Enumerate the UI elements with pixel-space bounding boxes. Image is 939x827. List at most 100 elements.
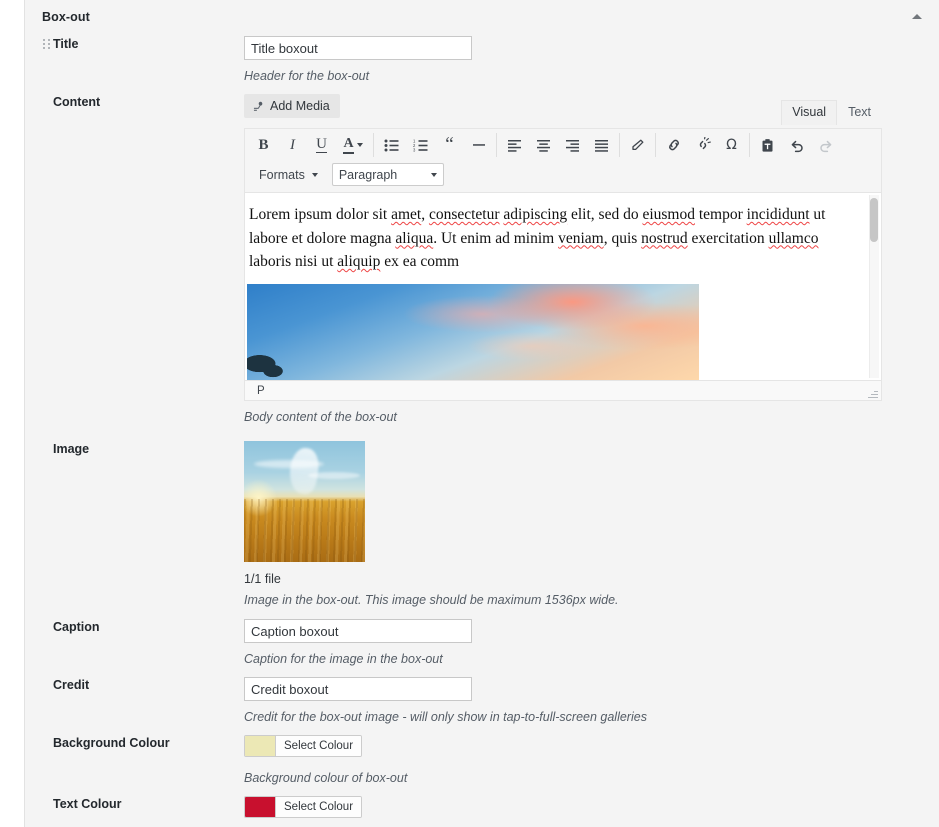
editor-content-area[interactable]: Lorem ipsum dolor sit amet, consectetur … — [245, 193, 881, 380]
box-out-metabox: Box-out Title Header for the box-out Con… — [24, 0, 939, 827]
credit-input[interactable] — [244, 677, 472, 701]
field-row-content: Content Add Media Visual Text B I U A 1 … — [25, 94, 939, 427]
toolbar-divider — [655, 133, 656, 157]
caption-input[interactable] — [244, 619, 472, 643]
editor-media-bar: Add Media Visual Text — [244, 94, 882, 125]
background-colour-picker[interactable]: Select Colour — [244, 735, 363, 757]
field-body-caption: Caption for the image in the box-out — [244, 619, 939, 669]
editor-scrollbar[interactable] — [869, 195, 879, 378]
field-row-text-colour: Text Colour Select Colour — [25, 796, 939, 822]
field-description-title: Header for the box-out — [244, 69, 370, 83]
editor-box: B I U A 1 2 3 “ Ω Formats Paragraph Lore… — [244, 128, 882, 401]
text-colour-swatch — [245, 797, 275, 817]
field-body-content: Add Media Visual Text B I U A 1 2 3 “ Ω … — [244, 94, 939, 427]
numbered-list-icon[interactable]: 1 2 3 — [406, 132, 435, 158]
wheat-field-sunset-thumbnail[interactable] — [244, 441, 365, 562]
redo-icon — [811, 132, 840, 158]
field-body-credit: Credit for the box-out image - will only… — [244, 677, 939, 727]
bold-icon[interactable]: B — [249, 132, 278, 158]
collapse-panel-button[interactable] — [905, 6, 929, 26]
editor-toolbar: B I U A 1 2 3 “ Ω Formats Paragraph — [245, 129, 881, 193]
sunset-sky-image[interactable] — [247, 283, 699, 380]
cloud-plume — [286, 446, 322, 496]
field-row-background-colour: Background Colour Select Colour Backgrou… — [25, 735, 939, 788]
editor-toolbar-row-1: B I U A 1 2 3 “ Ω — [245, 129, 881, 161]
field-body-image: 1/1 file Image in the box-out. This imag… — [244, 441, 939, 610]
block-format-value: Paragraph — [338, 167, 398, 182]
field-description-background-colour: Background colour of box-out — [244, 771, 408, 785]
media-icon — [253, 101, 263, 111]
editor-scrollbar-thumb[interactable] — [870, 198, 878, 242]
editor-element-path[interactable]: P — [257, 385, 265, 397]
align-left-icon[interactable] — [500, 132, 529, 158]
field-label-credit: Credit — [53, 678, 90, 692]
field-label-text-colour: Text Colour — [53, 797, 122, 811]
special-character-icon[interactable]: Ω — [717, 132, 746, 158]
field-body-title: Header for the box-out — [244, 36, 939, 86]
text-colour-picker[interactable]: Select Colour — [244, 796, 363, 818]
field-description-image: Image in the box-out. This image should … — [244, 593, 619, 607]
background-select-colour-button[interactable]: Select Colour — [275, 736, 362, 756]
title-input[interactable] — [244, 36, 472, 60]
formats-dropdown[interactable]: Formats — [253, 165, 324, 185]
field-label-title: Title — [25, 36, 244, 54]
field-row-credit: Credit Credit for the box-out image - wi… — [25, 677, 939, 727]
align-justify-icon[interactable] — [587, 132, 616, 158]
field-row-title: Title Header for the box-out — [25, 36, 939, 86]
editor-statusbar: P — [245, 380, 881, 400]
tinymce-editor: Add Media Visual Text B I U A 1 2 3 “ Ω … — [244, 94, 882, 401]
background-colour-swatch — [245, 736, 275, 756]
field-body-background-colour: Select Colour Background colour of box-o… — [244, 735, 939, 788]
wheat-texture — [244, 499, 365, 562]
triangle-up-icon — [912, 13, 922, 19]
field-description-caption: Caption for the image in the box-out — [244, 652, 443, 666]
chevron-down-icon — [430, 172, 437, 177]
align-center-icon[interactable] — [529, 132, 558, 158]
insert-link-icon[interactable] — [659, 132, 688, 158]
editor-paragraph: Lorem ipsum dolor sit amet, consectetur … — [249, 206, 826, 270]
editor-resize-handle[interactable] — [867, 387, 878, 398]
text-select-colour-button[interactable]: Select Colour — [275, 797, 362, 817]
toolbar-divider — [749, 133, 750, 157]
field-label-image: Image — [53, 442, 90, 456]
svg-text:3: 3 — [413, 147, 416, 151]
add-media-label: Add Media — [270, 99, 330, 113]
remove-link-icon[interactable] — [688, 132, 717, 158]
field-label-caption: Caption — [53, 620, 100, 634]
clear-formatting-icon[interactable] — [623, 132, 652, 158]
field-label-title-text: Title — [53, 37, 79, 51]
field-row-caption: Caption Caption for the image in the box… — [25, 619, 939, 669]
toolbar-divider — [496, 133, 497, 157]
field-body-text-colour: Select Colour — [244, 796, 939, 822]
block-format-select[interactable]: Paragraph — [331, 163, 444, 186]
drag-handle-icon[interactable] — [43, 39, 50, 50]
editor-toolbar-row-2: Formats Paragraph — [245, 161, 881, 192]
italic-icon[interactable]: I — [278, 132, 307, 158]
field-label-background-colour: Background Colour — [53, 736, 170, 750]
toolbar-divider — [373, 133, 374, 157]
bulleted-list-icon[interactable] — [377, 132, 406, 158]
field-label-content: Content — [53, 95, 101, 109]
undo-icon[interactable] — [782, 132, 811, 158]
tab-visual[interactable]: Visual — [781, 100, 838, 125]
tree-silhouette — [247, 349, 289, 380]
toolbar-divider — [619, 133, 620, 157]
field-row-image: Image 1/1 file Image in the box-out. Thi… — [25, 441, 939, 610]
blockquote-icon[interactable]: “ — [435, 132, 464, 158]
formats-label: Formats — [259, 167, 305, 182]
editor-mode-tabs: Visual Text — [781, 100, 882, 125]
text-color-icon[interactable]: A — [336, 132, 370, 158]
align-right-icon[interactable] — [558, 132, 587, 158]
underline-icon[interactable]: U — [307, 132, 336, 158]
metabox-header: Box-out — [25, 0, 939, 28]
chevron-down-icon — [311, 172, 318, 177]
page-title: Box-out — [42, 10, 90, 24]
field-description-content: Body content of the box-out — [244, 410, 397, 424]
paste-as-text-icon[interactable] — [753, 132, 782, 158]
tab-text[interactable]: Text — [837, 100, 882, 125]
file-count-label: 1/1 file — [244, 572, 281, 586]
horizontal-rule-icon[interactable] — [464, 132, 493, 158]
add-media-button[interactable]: Add Media — [244, 94, 340, 118]
field-description-credit: Credit for the box-out image - will only… — [244, 710, 647, 724]
wordpress-metabox-page: Box-out Title Header for the box-out Con… — [0, 0, 939, 827]
